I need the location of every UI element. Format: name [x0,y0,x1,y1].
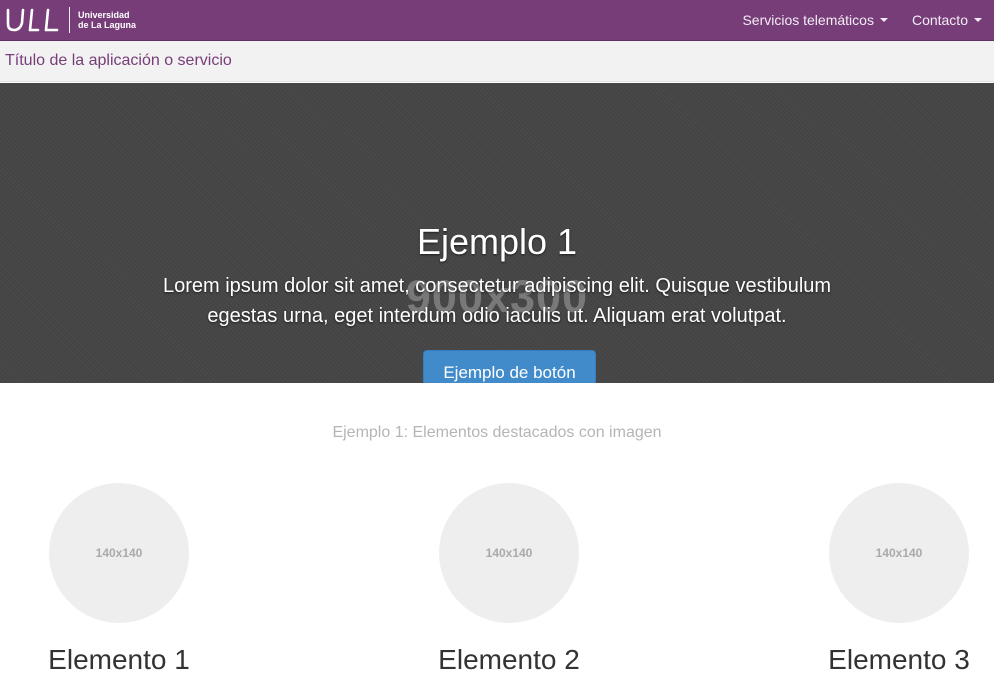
carousel-text: Lorem ipsum dolor sit amet, consectetur … [162,275,832,327]
featured-item-image-label: 140x140 [875,546,923,560]
featured-item: 140x140 Elemento 1 [0,483,239,677]
nav-contacto-dropdown[interactable]: Contacto [900,0,994,41]
carousel-title: Ejemplo 1 [416,221,578,262]
featured-item-image: 140x140 [439,483,579,623]
featured-item-title: Elemento 2 [438,644,580,675]
caret-down-icon [879,18,888,22]
app-title-link[interactable]: Título de la aplicación o servicio [5,52,232,70]
brand-logo-link[interactable]: Universidad de La Laguna [0,0,136,41]
ull-logo-icon [5,0,63,41]
featured-item: 140x140 Elemento 2 [389,483,629,677]
app-title-bar: Título de la aplicación o servicio [0,41,994,82]
caret-down-icon [974,18,982,22]
featured-item: 140x140 Elemento 3 [779,483,994,677]
nav-servicios-label: Servicios telemáticos [742,12,874,28]
featured-item-image: 140x140 [829,483,969,623]
brand-divider [69,7,70,33]
featured-item-image: 140x140 [49,483,189,623]
brand-name-line2: de La Laguna [78,20,137,30]
nav-servicios-dropdown[interactable]: Servicios telemáticos [730,0,900,41]
example-button[interactable]: Ejemplo de botón [423,350,596,383]
featured-item-image-label: 140x140 [95,546,143,560]
brand-name-line1: Universidad [78,10,130,20]
featured-item-title: Elemento 1 [48,644,190,675]
featured-section-title: Ejemplo 1: Elementos destacados con imag… [332,424,662,441]
brand-name: Universidad de La Laguna [78,10,136,30]
featured-item-image-label: 140x140 [485,546,533,560]
carousel-caption: Ejemplo 1 Lorem ipsum dolor sit amet, co… [0,222,994,331]
nav-menu: Servicios telemáticos Contacto [730,0,994,41]
top-navbar: Universidad de La Laguna Servicios telem… [0,0,994,41]
featured-item-title: Elemento 3 [828,644,970,675]
hero-carousel: 900x300 Ejemplo 1 Lorem ipsum dolor sit … [0,83,994,383]
nav-contacto-label: Contacto [911,12,968,28]
